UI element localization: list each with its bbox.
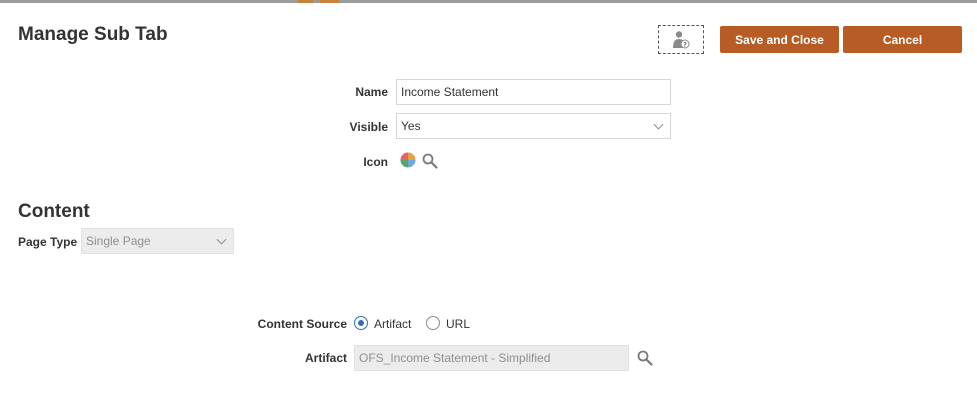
name-label: Name — [355, 85, 388, 99]
radio-artifact[interactable] — [354, 316, 368, 330]
icon-label: Icon — [363, 155, 388, 169]
artifact-input-value: OFS_Income Statement - Simplified — [359, 351, 551, 365]
page-type-label: Page Type — [18, 235, 78, 249]
cancel-button[interactable]: Cancel — [843, 26, 962, 53]
name-input[interactable]: Income Statement — [396, 79, 671, 105]
search-icon[interactable] — [422, 153, 438, 169]
pie-chart-icon[interactable] — [400, 152, 416, 168]
artifact-input[interactable]: OFS_Income Statement - Simplified — [354, 345, 629, 371]
top-bar-tab-marker — [320, 0, 339, 3]
chevron-down-icon — [216, 234, 227, 245]
search-icon[interactable] — [637, 350, 653, 366]
radio-url[interactable] — [426, 316, 440, 330]
visible-select-value: Yes — [401, 119, 421, 133]
radio-url-label[interactable]: URL — [446, 317, 470, 331]
page-type-select-value: Single Page — [86, 234, 151, 248]
user-help-button[interactable]: ? — [658, 25, 704, 54]
chevron-down-icon — [653, 119, 664, 130]
radio-artifact-label[interactable]: Artifact — [374, 317, 411, 331]
save-and-close-button[interactable]: Save and Close — [720, 26, 839, 53]
visible-label: Visible — [349, 120, 388, 134]
content-section-title: Content — [18, 201, 90, 222]
name-input-value: Income Statement — [401, 85, 499, 99]
user-help-icon: ? — [673, 30, 690, 48]
visible-select[interactable]: Yes — [396, 113, 671, 139]
page-type-select[interactable]: Single Page — [81, 228, 234, 254]
artifact-label: Artifact — [304, 351, 347, 365]
top-bar — [0, 0, 977, 3]
svg-text:?: ? — [683, 40, 687, 48]
content-source-label: Content Source — [257, 317, 347, 331]
page-title: Manage Sub Tab — [18, 24, 168, 45]
top-bar-tab-marker — [298, 0, 313, 3]
